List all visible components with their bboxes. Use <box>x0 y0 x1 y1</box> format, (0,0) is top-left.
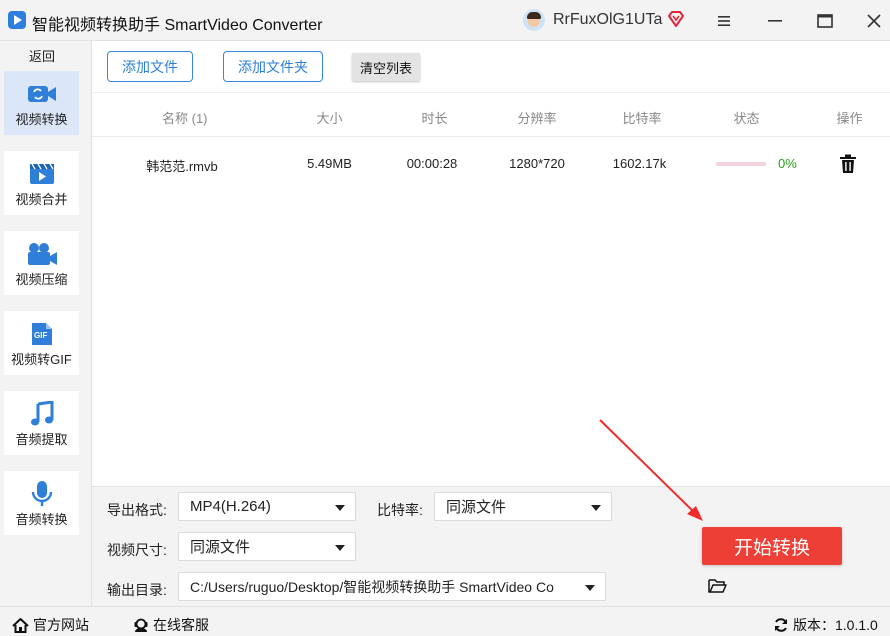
video-convert-icon <box>27 81 57 107</box>
progress-bar <box>716 162 766 166</box>
official-website-link[interactable]: 官方网站 <box>12 615 89 635</box>
avatar[interactable] <box>523 9 545 31</box>
header-size: 大小 <box>316 111 343 126</box>
size-label: 视频尺寸: <box>107 542 167 558</box>
headset-icon <box>134 618 148 632</box>
sidebar-item-video-merge[interactable]: 视频合并 <box>4 151 79 215</box>
music-note-icon <box>30 401 54 427</box>
sidebar-item-video-convert[interactable]: 视频转换 <box>4 71 79 135</box>
cell-bitrate: 1602.17k <box>612 156 667 171</box>
chevron-down-icon <box>585 585 595 591</box>
sidebar-item-label: 视频转换 <box>15 112 68 127</box>
output-directory-select[interactable]: C:/Users/ruguo/Desktop/智能视频转换助手 SmartVid… <box>178 572 606 601</box>
sidebar-item-label: 视频转GIF <box>11 352 72 367</box>
close-icon[interactable] <box>861 8 887 34</box>
table-header: 名称 (1) 大小 时长 分辨率 比特率 状态 操作 <box>92 93 890 137</box>
sidebar-item-label: 音频转换 <box>15 512 68 527</box>
website-label: 官方网站 <box>33 617 89 633</box>
svg-text:GIF: GIF <box>34 331 47 340</box>
minimize-icon[interactable] <box>762 8 788 34</box>
sidebar-item-label: 视频合并 <box>15 192 68 207</box>
bitrate-select[interactable]: 同源文件 <box>434 492 612 521</box>
header-action: 操作 <box>836 111 863 126</box>
sidebar-item-label: 视频压缩 <box>15 272 68 287</box>
header-bitrate: 比特率 <box>622 111 662 126</box>
version-label: 版本：1.0.1.0 <box>793 617 878 633</box>
footer: 官方网站 在线客服 版本：1.0.1.0 <box>0 606 890 636</box>
format-select[interactable]: MP4(H.264) <box>178 492 356 521</box>
annotation-arrow <box>599 419 703 521</box>
header-resolution: 分辨率 <box>517 111 557 126</box>
video-merge-icon <box>29 161 55 187</box>
file-table: 名称 (1) 大小 时长 分辨率 比特率 状态 操作 韩范范.rmvb 5.49… <box>92 92 890 486</box>
video-compress-icon <box>26 241 58 267</box>
size-select[interactable]: 同源文件 <box>178 532 356 561</box>
folder-open-icon[interactable] <box>708 578 727 594</box>
maximize-icon[interactable] <box>812 8 838 34</box>
cell-duration: 00:00:28 <box>406 156 458 171</box>
start-convert-button[interactable]: 开始转换 <box>702 527 842 565</box>
chevron-down-icon <box>335 505 345 511</box>
sidebar-item-audio-extract[interactable]: 音频提取 <box>4 391 79 455</box>
header-status: 状态 <box>733 111 760 126</box>
gif-icon: GIF <box>30 321 54 347</box>
progress-percent: 0% <box>778 156 797 171</box>
home-icon <box>12 617 29 633</box>
output-label: 输出目录: <box>107 582 167 598</box>
vip-diamond-icon[interactable] <box>667 10 685 28</box>
sidebar-item-video-compress[interactable]: 视频压缩 <box>4 231 79 295</box>
app-title: 智能视频转换助手 SmartVideo Converter <box>32 17 323 34</box>
online-support-link[interactable]: 在线客服 <box>133 615 209 635</box>
sidebar-item-video-gif[interactable]: GIF 视频转GIF <box>4 311 79 375</box>
format-label: 导出格式: <box>107 502 167 518</box>
add-folder-button[interactable]: 添加文件夹 <box>223 51 323 82</box>
app-logo-icon <box>8 11 26 29</box>
trash-icon[interactable] <box>839 154 857 174</box>
sidebar-item-audio-convert[interactable]: 音频转换 <box>4 471 79 535</box>
cell-name: 韩范范.rmvb <box>146 159 218 174</box>
sidebar: 返回 视频转换 视频合并 视频压缩 GIF 视频转GIF 音频提取 音频转换 <box>0 41 92 606</box>
header-name: 名称 (1) <box>162 111 208 126</box>
cell-resolution: 1280*720 <box>509 156 565 171</box>
version-info[interactable]: 版本：1.0.1.0 <box>773 615 878 635</box>
add-file-button[interactable]: 添加文件 <box>107 51 193 82</box>
clear-list-button[interactable]: 清空列表 <box>352 53 420 81</box>
chevron-down-icon <box>335 545 345 551</box>
sidebar-item-label: 音频提取 <box>15 432 68 447</box>
microphone-icon <box>31 481 53 507</box>
support-label: 在线客服 <box>153 617 209 633</box>
cell-size: 5.49MB <box>307 156 352 171</box>
back-button[interactable]: 返回 <box>0 46 84 64</box>
header-duration: 时长 <box>421 111 448 126</box>
menu-icon[interactable] <box>711 8 737 34</box>
refresh-icon <box>775 618 787 632</box>
bitrate-label: 比特率: <box>377 502 423 518</box>
avatar-hair <box>527 12 541 19</box>
username[interactable]: RrFuxOlG1UTa <box>553 11 662 29</box>
title-bar: 智能视频转换助手 SmartVideo Converter RrFuxOlG1U… <box>0 0 890 41</box>
